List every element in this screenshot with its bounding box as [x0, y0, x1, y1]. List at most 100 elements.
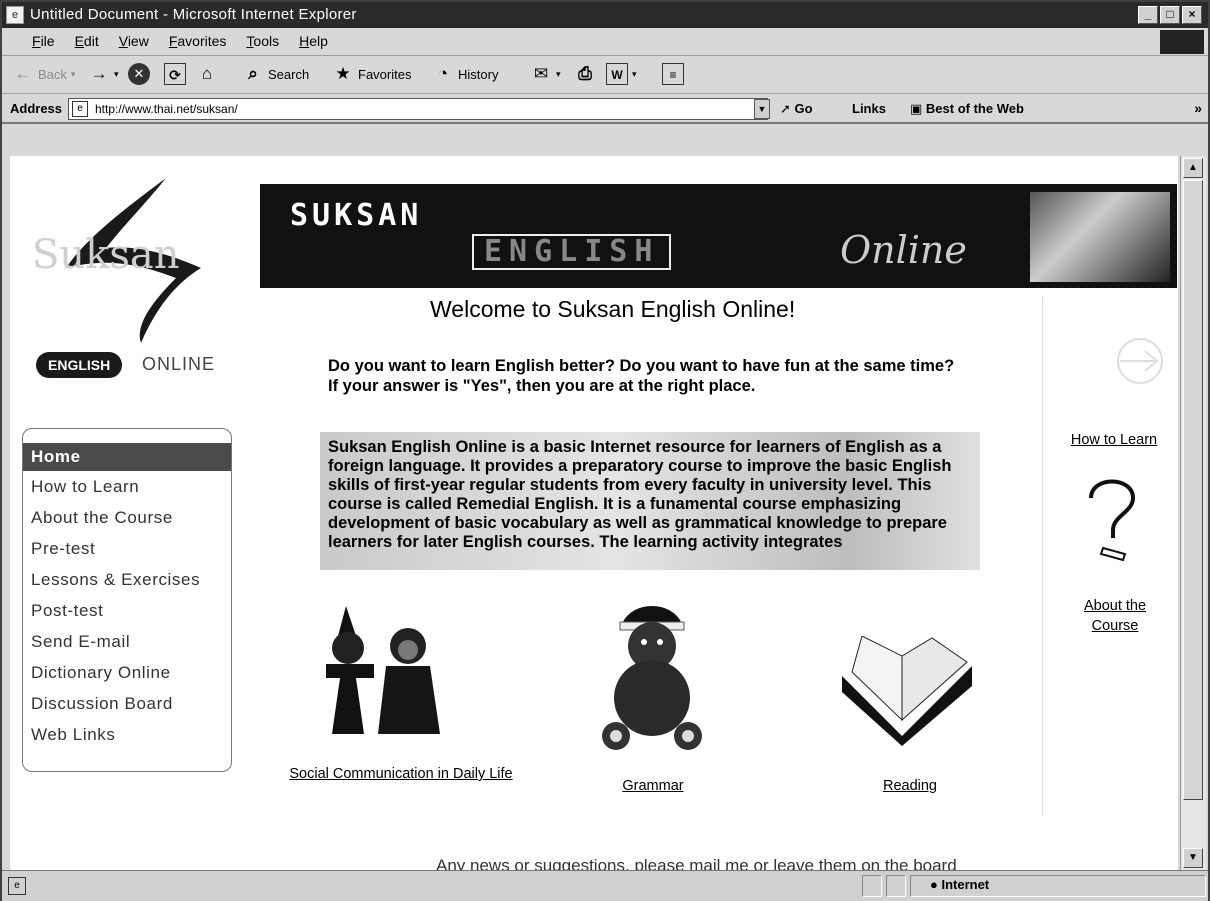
- history-icon: ◔: [437, 64, 449, 83]
- minimize-button[interactable]: _: [1138, 6, 1158, 24]
- status-cell: [862, 875, 882, 897]
- logo-text: Suksan: [32, 232, 180, 278]
- print-icon: ⎙: [578, 64, 592, 83]
- nav-item-discussion[interactable]: Discussion Board: [23, 688, 231, 719]
- vertical-scrollbar[interactable]: ▲ ▼: [1180, 156, 1206, 870]
- ie-app-icon[interactable]: e: [6, 6, 24, 24]
- nav-item-lessons[interactable]: Lessons & Exercises: [23, 564, 231, 595]
- nav-item-post-test[interactable]: Post-test: [23, 595, 231, 626]
- internet-zone: ● Internet: [930, 877, 990, 892]
- word-edit-icon: W: [606, 63, 628, 85]
- scroll-up-icon[interactable]: ▲: [1183, 158, 1203, 178]
- search-button[interactable]: ⌕ Search: [242, 63, 309, 85]
- nav-item-how-to-learn[interactable]: How to Learn: [23, 471, 231, 502]
- back-label: Back: [38, 66, 67, 82]
- menu-bar: File Edit View Favorites Tools Help: [2, 28, 1208, 56]
- status-page-icon: e: [8, 877, 26, 895]
- header-banner: SUKSAN ENGLISH Online: [260, 184, 1177, 288]
- home-icon: ⌂: [201, 64, 213, 83]
- grammar-link[interactable]: Grammar: [608, 778, 698, 794]
- nav-item-dictionary[interactable]: Dictionary Online: [23, 657, 231, 688]
- maximize-button[interactable]: □: [1160, 6, 1180, 24]
- left-nav: Home How to Learn About the Course Pre-t…: [22, 428, 232, 772]
- address-dropdown-icon[interactable]: ▼: [754, 99, 770, 119]
- history-button[interactable]: ◔ History: [432, 63, 499, 85]
- standard-toolbar: ← Back ▾ → ▾ ✕ ⟳ ⌂ ⌕ Search ★ Favorites ◔…: [2, 56, 1208, 94]
- sidebar-how-to-learn-link[interactable]: How to Learn: [1049, 432, 1178, 448]
- footer-text: Any news or suggestions, please mail me …: [436, 856, 957, 870]
- links-button[interactable]: Links: [852, 101, 886, 116]
- search-label: Search: [268, 66, 310, 82]
- banner-suksan: SUKSAN: [290, 198, 423, 233]
- nav-item-home[interactable]: Home: [23, 443, 231, 471]
- refresh-button[interactable]: ⟳: [164, 63, 186, 85]
- search-icon: ⌕: [248, 64, 258, 83]
- reading-link[interactable]: Reading: [870, 778, 950, 794]
- online-text: ONLINE: [142, 354, 216, 374]
- arrow-icon: [1117, 338, 1163, 384]
- address-label: Address: [10, 101, 63, 116]
- nav-item-web-links[interactable]: Web Links: [23, 719, 231, 750]
- menu-view[interactable]: View: [119, 33, 149, 49]
- scroll-thumb[interactable]: [1183, 180, 1203, 800]
- go-button[interactable]: ➚ Go: [780, 101, 813, 117]
- back-button[interactable]: ← Back ▾: [12, 63, 76, 85]
- description-paragraph: Suksan English Online is a basic Interne…: [328, 438, 952, 551]
- go-label: Go: [794, 101, 813, 116]
- discuss-button[interactable]: ≡: [662, 63, 684, 85]
- menu-help[interactable]: Help: [299, 33, 328, 49]
- banner-computer-photo: [1030, 192, 1170, 282]
- address-url: http://www.thai.net/suksan/: [95, 102, 238, 116]
- favorites-button[interactable]: ★ Favorites: [332, 63, 411, 85]
- nav-item-pre-test[interactable]: Pre-test: [23, 533, 231, 564]
- description-box: Suksan English Online is a basic Interne…: [320, 432, 980, 570]
- best-label: Best of the Web: [925, 101, 1024, 116]
- favorites-label: Favorites: [358, 66, 412, 82]
- mail-icon: ✉: [533, 64, 549, 83]
- mail-button[interactable]: ✉ ▾: [530, 63, 561, 85]
- forward-button[interactable]: → ▾: [88, 63, 119, 85]
- stop-button[interactable]: ✕: [128, 63, 150, 85]
- dolls-illustration[interactable]: [316, 606, 446, 751]
- refresh-icon: ⟳: [164, 63, 186, 85]
- status-bar: e ● Internet: [2, 870, 1208, 901]
- menu-edit[interactable]: Edit: [75, 33, 99, 49]
- menu-favorites[interactable]: Favorites: [169, 33, 227, 49]
- sidebar-about-course-link[interactable]: About the Course: [1065, 596, 1165, 636]
- home-button[interactable]: ⌂: [196, 63, 218, 85]
- windows-logo-icon: [1160, 30, 1204, 54]
- nav-item-send-email[interactable]: Send E-mail: [23, 626, 231, 657]
- history-label: History: [458, 66, 499, 82]
- scroll-down-icon[interactable]: ▼: [1183, 848, 1203, 868]
- close-button[interactable]: ×: [1182, 6, 1202, 24]
- address-bar: Address e http://www.thai.net/suksan/ ▼ …: [2, 94, 1208, 124]
- banner-english: ENGLISH: [472, 234, 672, 270]
- english-badge: ENGLISH: [36, 352, 123, 378]
- stop-icon: ✕: [128, 63, 150, 85]
- right-sidebar: How to Learn About the Course: [1042, 296, 1178, 816]
- print-button[interactable]: ⎙: [574, 63, 596, 85]
- social-communication-link[interactable]: Social Communication in Daily Life: [266, 766, 536, 782]
- menu-tools[interactable]: Tools: [246, 33, 279, 49]
- discuss-icon: ≡: [662, 63, 684, 85]
- address-input[interactable]: e http://www.thai.net/suksan/: [68, 98, 768, 120]
- status-cell: [886, 875, 906, 897]
- toolbar-chevron-icon[interactable]: »: [1194, 100, 1202, 116]
- title-bar: e Untitled Document - Microsoft Internet…: [2, 2, 1208, 28]
- teddy-bear-illustration[interactable]: [592, 602, 702, 757]
- menu-file[interactable]: File: [32, 33, 55, 49]
- page-icon: e: [72, 101, 88, 117]
- best-of-web-link[interactable]: ▣ Best of the Web: [910, 101, 1024, 117]
- browser-window: e Untitled Document - Microsoft Internet…: [0, 0, 1210, 901]
- banner-online: Online: [840, 228, 967, 272]
- zone-label: Internet: [941, 877, 990, 892]
- open-book-illustration[interactable]: [842, 635, 982, 751]
- back-arrow-icon: ←: [14, 64, 32, 83]
- welcome-heading: Welcome to Suksan English Online!: [430, 296, 796, 322]
- favorites-icon: ★: [335, 64, 351, 83]
- edit-button[interactable]: W ▾: [606, 63, 637, 85]
- page-content: Suksan ENGLISH ONLINE Home How to Learn …: [10, 156, 1178, 870]
- question-mark-icon: [1089, 479, 1136, 562]
- forward-arrow-icon: →: [90, 64, 108, 83]
- nav-item-about-course[interactable]: About the Course: [23, 502, 231, 533]
